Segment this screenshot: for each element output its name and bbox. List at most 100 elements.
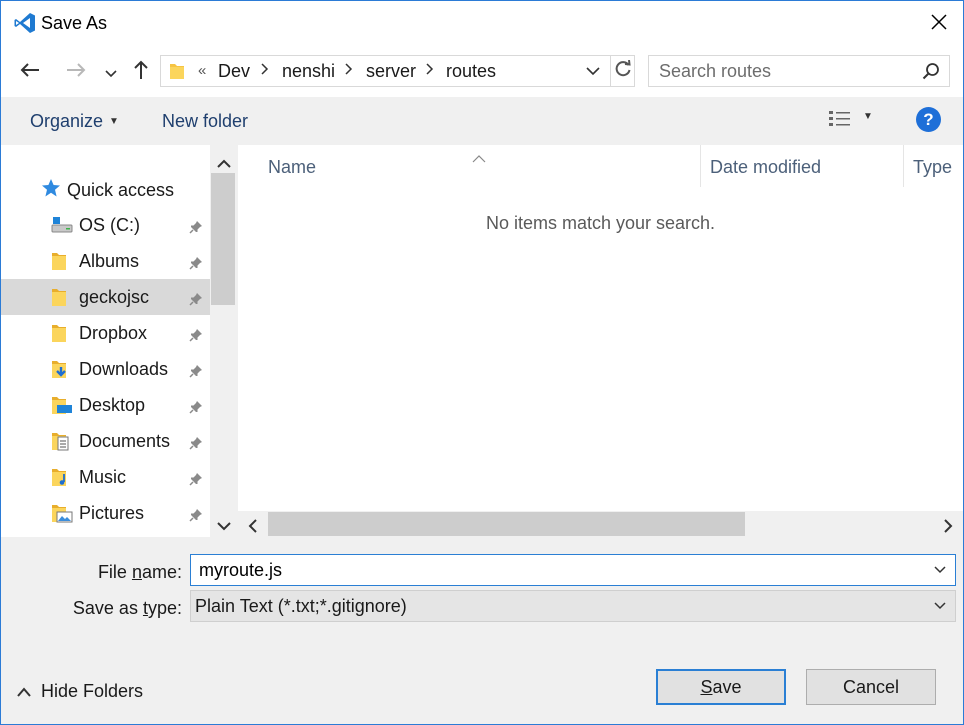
save-as-type-label: Save as type: [7,598,182,619]
sidebar-item-music[interactable]: Music [1,459,210,495]
sidebar-item-documents[interactable]: Documents [1,423,210,459]
breadcrumb-routes[interactable]: routes [446,61,496,82]
address-history-chevron-down-icon[interactable] [585,61,605,81]
refresh-button[interactable] [610,56,634,86]
pin-icon[interactable] [189,506,203,527]
vscode-icon [13,11,37,35]
file-name-label-text: File [97,562,132,582]
column-divider[interactable] [903,145,904,187]
save-label: ave [712,676,742,697]
empty-message: No items match your search. [485,213,716,233]
column-divider[interactable] [700,145,701,187]
back-button[interactable] [15,57,45,87]
breadcrumb-server[interactable]: server [366,61,416,82]
scrollbar-thumb[interactable] [211,173,235,305]
search-input[interactable] [659,60,909,82]
new-folder-button[interactable]: New folder [162,111,248,132]
pin-icon[interactable] [189,218,203,239]
quick-access-label: Quick access [67,179,175,200]
save-as-type-select[interactable]: Plain Text (*.txt;*.gitignore) [190,590,956,622]
breadcrumb-nenshi[interactable]: nenshi [282,61,335,82]
recent-locations-button[interactable] [101,57,121,87]
scroll-right-icon[interactable] [943,517,953,538]
close-button[interactable] [919,5,959,43]
chevron-down-icon [105,62,117,83]
up-arrow-icon [133,60,149,85]
sidebar-item-downloads[interactable]: Downloads [1,351,210,387]
search-icon[interactable] [922,62,940,85]
sidebar-item-albums[interactable]: Albums [1,243,210,279]
refresh-icon [614,59,632,83]
pin-icon[interactable] [189,470,203,491]
documents-folder-icon [51,431,71,456]
search-box[interactable] [648,55,950,87]
sidebar-item-os-c[interactable]: OS (C:) [1,207,210,243]
address-overflow[interactable]: « [198,62,206,79]
save-accesskey: S [700,676,713,697]
sidebar-item-desktop[interactable]: Desktop [1,387,210,423]
back-arrow-icon [20,62,40,83]
breadcrumb-dev[interactable]: Dev [218,61,250,82]
sort-ascending-icon [472,147,486,168]
view-caret-down-icon[interactable]: ▼ [863,111,873,122]
file-name-combobox[interactable] [190,554,956,586]
organize-label: Organize [30,111,104,131]
help-icon[interactable]: ? [916,107,941,132]
breadcrumb-separator-icon[interactable] [426,62,434,79]
command-bar: Organize ▼ New folder ▼ ? [1,97,963,145]
hide-folders-button[interactable]: Hide Folders [17,681,143,702]
organize-button[interactable]: Organize ▼ [30,111,119,132]
navigation-pane-scrollbar[interactable] [210,145,238,537]
breadcrumb-separator-icon[interactable] [261,62,269,79]
save-as-type-value: Plain Text (*.txt;*.gitignore) [195,596,407,616]
sidebar-item-label: Desktop [79,395,146,415]
forward-button[interactable] [61,57,91,87]
chevron-down-icon[interactable] [933,561,947,584]
sidebar-item-label: OS (C:) [79,215,140,235]
sidebar-item-label: geckojsc [79,287,150,307]
pin-icon[interactable] [189,434,203,455]
file-name-input[interactable] [199,559,919,581]
pin-icon[interactable] [189,326,203,347]
folder-icon [51,287,67,312]
column-header-type[interactable]: Type [913,157,952,178]
sidebar-item-label: Downloads [79,359,169,379]
star-icon [41,178,61,203]
sidebar-item-geckojsc[interactable]: geckojsc [1,279,210,315]
address-bar[interactable]: « Dev nenshi server routes [160,55,635,87]
cancel-button[interactable]: Cancel [806,669,936,705]
forward-arrow-icon [66,62,86,83]
pin-icon[interactable] [189,362,203,383]
column-header-name[interactable]: Name [268,157,316,178]
sidebar-item-label: Pictures [79,503,145,523]
title-bar: Save As [1,1,963,47]
scroll-left-icon[interactable] [248,517,258,538]
sidebar-item-label: Dropbox [79,323,148,343]
caret-down-icon: ▼ [109,116,119,127]
scroll-up-icon[interactable] [217,153,231,174]
music-folder-icon [51,467,71,492]
save-button[interactable]: Save [656,669,786,705]
quick-access[interactable]: Quick access [41,177,174,203]
sidebar-item-pictures[interactable]: Pictures [1,495,210,531]
pin-icon[interactable] [189,254,203,275]
sidebar-item-dropbox[interactable]: Dropbox [1,315,210,351]
downloads-folder-icon [51,359,71,384]
scroll-down-icon[interactable] [217,515,231,536]
file-list-horizontal-scrollbar[interactable] [238,511,963,537]
file-name-label-accesskey: n [131,562,142,582]
column-header-date-modified[interactable]: Date modified [710,157,821,178]
file-list: Name Date modified Type No items match y… [238,145,963,537]
view-options-icon[interactable] [828,109,852,134]
up-button[interactable] [129,57,153,87]
chevron-down-icon[interactable] [933,597,947,620]
pin-icon[interactable] [189,398,203,419]
file-name-label: File name: [7,562,182,583]
scrollbar-thumb[interactable] [268,512,745,536]
breadcrumb-separator-icon[interactable] [345,62,353,79]
pictures-folder-icon [51,503,73,528]
hide-folders-label: Hide Folders [41,681,144,701]
sidebar-item-label: Music [79,467,127,487]
window-title: Save As [41,13,108,33]
pin-icon[interactable] [189,290,203,311]
